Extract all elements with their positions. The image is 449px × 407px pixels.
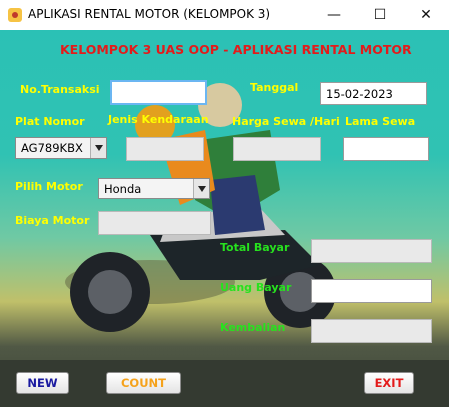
- lama-sewa-label: Lama Sewa: [345, 115, 416, 128]
- biaya-motor-label: Biaya Motor: [15, 214, 90, 227]
- harga-sewa-label: Harga Sewa /Hari: [232, 115, 340, 128]
- kembalian-input[interactable]: [311, 319, 432, 343]
- chevron-down-icon: [193, 179, 209, 198]
- maximize-button[interactable]: ☐: [357, 0, 403, 30]
- pilih-motor-label: Pilih Motor: [15, 180, 83, 193]
- total-bayar-label: Total Bayar: [220, 241, 290, 254]
- plat-nomor-label: Plat Nomor: [15, 115, 85, 128]
- uang-bayar-label: Uang Bayar: [220, 281, 292, 294]
- jenis-kendaraan-input[interactable]: [126, 137, 204, 161]
- uang-bayar-input[interactable]: [311, 279, 432, 303]
- lama-sewa-input[interactable]: [343, 137, 429, 161]
- exit-button[interactable]: EXIT: [364, 372, 414, 394]
- page-heading: KELOMPOK 3 UAS OOP - APLIKASI RENTAL MOT…: [60, 42, 412, 57]
- plat-nomor-selected: AG789KBX: [21, 141, 83, 155]
- tanggal-label: Tanggal: [250, 81, 299, 94]
- jenis-kendaraan-label: Jenis Kendaraan: [108, 113, 209, 126]
- app-icon: [8, 8, 22, 22]
- kembalian-label: Kembalian: [220, 321, 286, 334]
- new-button[interactable]: NEW: [16, 372, 69, 394]
- pilih-motor-selected: Honda: [104, 182, 142, 196]
- minimize-button[interactable]: —: [311, 0, 357, 30]
- form-panel: KELOMPOK 3 UAS OOP - APLIKASI RENTAL MOT…: [0, 30, 449, 407]
- tanggal-input[interactable]: 15-02-2023: [320, 82, 427, 105]
- no-transaksi-input[interactable]: [110, 80, 207, 105]
- chevron-down-icon: [90, 138, 106, 158]
- pilih-motor-select[interactable]: Honda: [98, 178, 210, 199]
- count-button[interactable]: COUNT: [106, 372, 181, 394]
- title-bar: APLIKASI RENTAL MOTOR (KELOMPOK 3) — ☐ ✕: [0, 0, 449, 30]
- window-title: APLIKASI RENTAL MOTOR (KELOMPOK 3): [28, 7, 271, 21]
- biaya-motor-input[interactable]: [98, 211, 211, 235]
- close-button[interactable]: ✕: [403, 0, 449, 30]
- plat-nomor-select[interactable]: AG789KBX: [15, 137, 107, 159]
- no-transaksi-label: No.Transaksi: [20, 83, 100, 96]
- total-bayar-input[interactable]: [311, 239, 432, 263]
- harga-sewa-input[interactable]: [233, 137, 321, 161]
